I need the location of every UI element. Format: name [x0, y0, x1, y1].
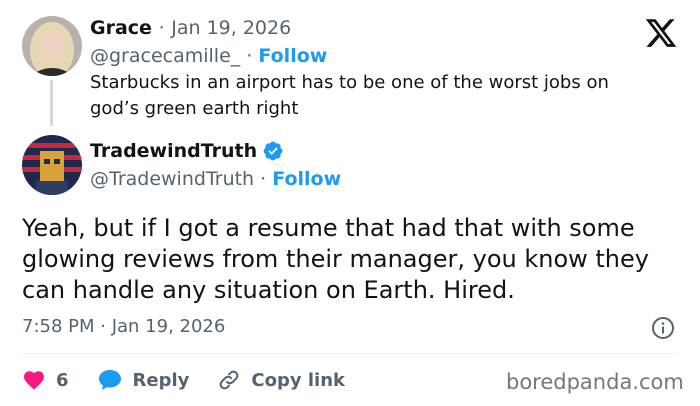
reply-display-name[interactable]: TradewindTruth	[90, 140, 257, 162]
heart-icon	[24, 371, 44, 390]
thread-connector	[50, 80, 53, 126]
separator-dot: ·	[158, 17, 165, 39]
reply-timestamp[interactable]: 7:58 PM · Jan 19, 2026	[22, 316, 225, 337]
reply-follow-button[interactable]: Follow	[272, 168, 341, 190]
reply-author-line: TradewindTruth	[90, 140, 284, 162]
parent-handle-line: @gracecamille_ · Follow	[90, 45, 327, 67]
parent-display-name[interactable]: Grace	[90, 17, 152, 39]
copy-link-button[interactable]: Copy link	[217, 368, 345, 392]
like-button[interactable]: 6	[22, 368, 69, 392]
parent-tweet-text: Starbucks in an airport has to be one of…	[90, 72, 609, 119]
separator-dot: ·	[260, 168, 267, 190]
watermark: boredpanda.com	[506, 370, 684, 394]
copy-link-label: Copy link	[251, 369, 345, 391]
separator-dot: ·	[246, 45, 253, 67]
parent-follow-button[interactable]: Follow	[258, 45, 327, 67]
like-count: 6	[56, 369, 69, 391]
avatar-grace[interactable]	[22, 16, 82, 76]
info-icon[interactable]	[651, 316, 675, 340]
link-icon	[220, 370, 239, 390]
parent-handle[interactable]: @gracecamille_	[90, 45, 240, 67]
avatar-tradewindtruth[interactable]	[22, 135, 82, 195]
reply-handle[interactable]: @TradewindTruth	[90, 168, 254, 190]
action-bar: 6 Reply Copy link	[22, 366, 373, 394]
verified-badge-icon	[263, 141, 283, 161]
divider	[22, 353, 678, 354]
chat-bubble-icon	[98, 370, 121, 390]
parent-author-line: Grace · Jan 19, 2026	[90, 17, 291, 39]
parent-date[interactable]: Jan 19, 2026	[171, 17, 291, 39]
x-logo-icon	[645, 19, 677, 47]
reply-tweet-text: Yeah, but if I got a resume that had tha…	[22, 214, 649, 304]
reply-button[interactable]: Reply	[97, 368, 190, 392]
reply-label: Reply	[132, 369, 190, 391]
reply-handle-line: @TradewindTruth · Follow	[90, 168, 341, 190]
